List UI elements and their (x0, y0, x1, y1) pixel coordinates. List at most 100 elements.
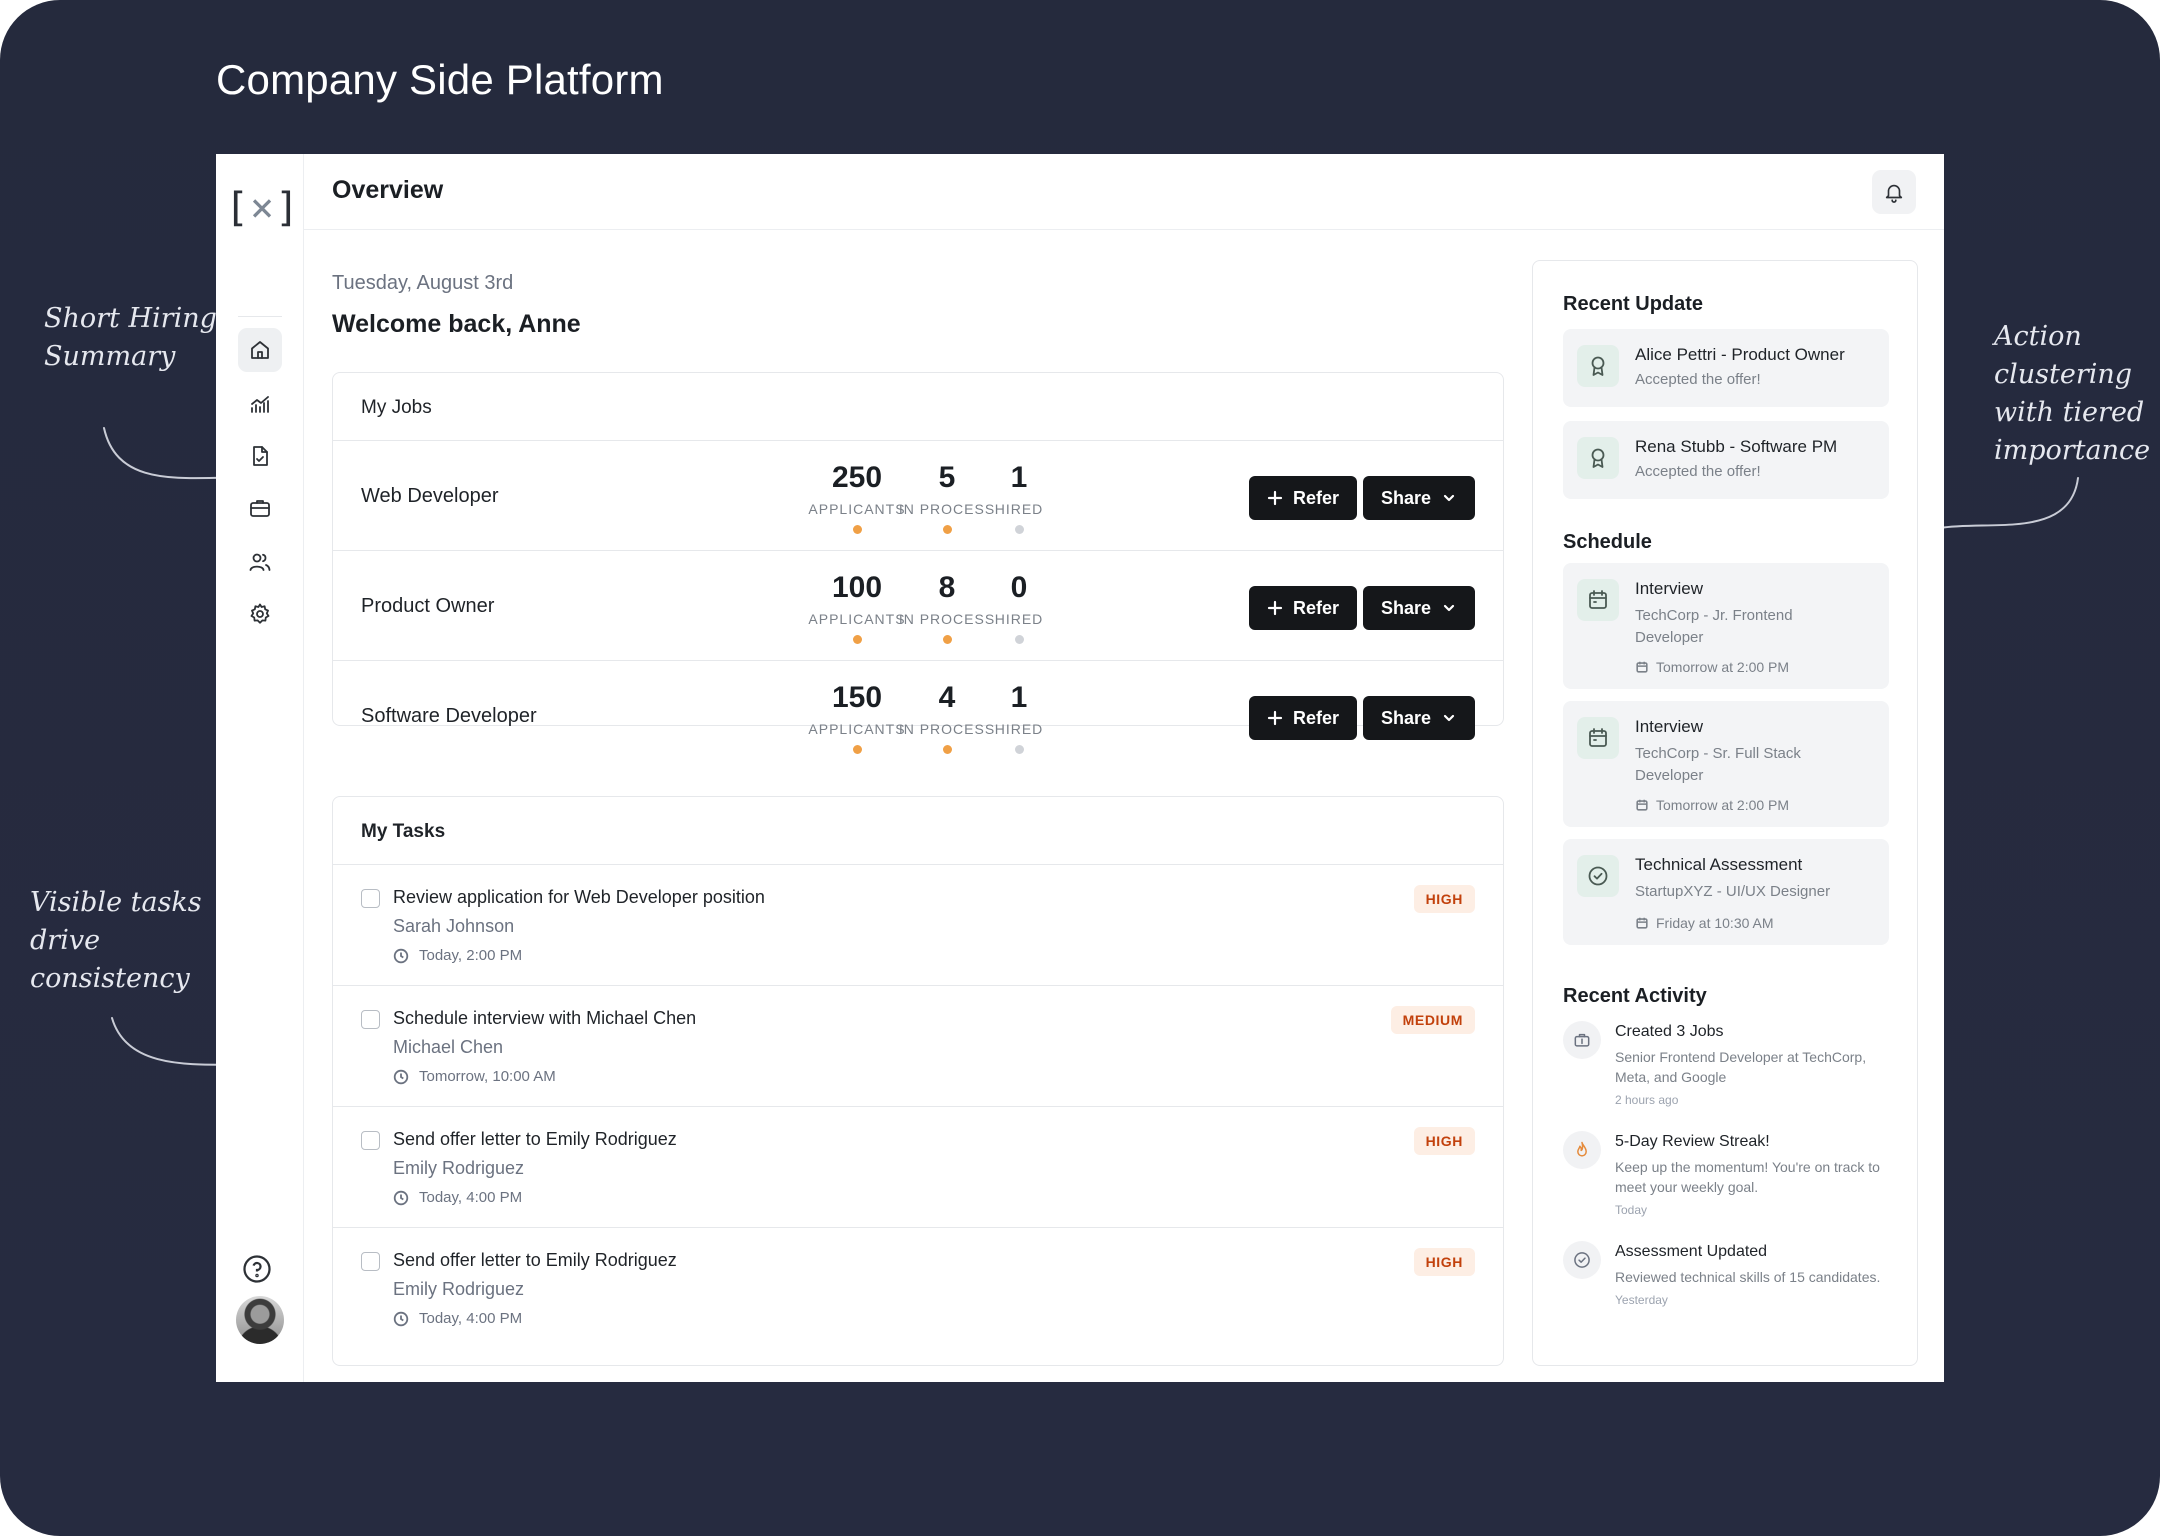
nav-documents[interactable] (238, 434, 282, 478)
app-window: [×] Overview Tuesday, August 3rd Welcome… (216, 154, 1944, 1382)
task-due: Today, 4:00 PM (393, 1189, 522, 1206)
notifications-button[interactable] (1872, 170, 1916, 214)
stat-hired-count: 0 (1010, 571, 1028, 604)
schedule-item[interactable]: Interview TechCorp - Sr. Full Stack Devel… (1563, 701, 1889, 827)
recent-activity-title: Recent Activity (1563, 985, 1707, 1007)
schedule-time-text: Tomorrow at 2:00 PM (1656, 797, 1790, 813)
calendar-icon (1636, 661, 1648, 673)
task-assignee: Emily Rodriguez (393, 1158, 525, 1178)
my-tasks-title: My Tasks (333, 797, 1503, 865)
task-checkbox[interactable] (361, 1010, 380, 1029)
task-due-text: Today, 2:00 PM (419, 947, 523, 964)
activity-title: Assessment Updated (1615, 1243, 1768, 1260)
stat-hired-count: 1 (1010, 461, 1028, 494)
bell-icon (1885, 184, 1903, 203)
top-bar: Overview (304, 154, 1944, 230)
refer-button[interactable]: Refer (1249, 696, 1357, 740)
schedule-time: Friday at 10:30 AM (1635, 915, 1774, 931)
nav-jobs[interactable] (238, 486, 282, 530)
sidebar-divider (238, 316, 282, 317)
task-title[interactable]: Send offer letter to Emily Rodriguez (393, 1129, 677, 1150)
task-title[interactable]: Review application for Web Developer pos… (393, 887, 765, 908)
status-dot (1014, 635, 1024, 644)
activity-time: 2 hours ago (1615, 1093, 1679, 1107)
task-assignee: Michael Chen (393, 1037, 504, 1057)
home-icon (251, 341, 269, 359)
priority-badge: MEDIUM (1390, 1006, 1475, 1034)
status-dot (852, 745, 862, 754)
share-label: Share (1380, 597, 1432, 618)
plus-icon (1267, 710, 1283, 726)
activity-description: Reviewed technical skills of 15 candidat… (1615, 1269, 1881, 1285)
refer-button[interactable]: Refer (1249, 476, 1357, 520)
task-row: Send offer letter to Emily Rodriguez Emil… (333, 1228, 1503, 1349)
clock-icon (393, 1069, 409, 1084)
job-title[interactable]: Product Owner (361, 595, 494, 618)
analytics-icon (251, 396, 269, 413)
schedule-item[interactable]: Technical Assessment StartupXYZ - UI/UX D… (1563, 839, 1889, 945)
stat-hired: 1 HIRED (959, 461, 1079, 534)
my-jobs-card: My Jobs Web Developer 250 APPLICANTS 5 IN PR… (332, 372, 1504, 754)
activity-icon-badge (1563, 1241, 1601, 1279)
schedule-item[interactable]: Interview TechCorp - Jr. Frontend Develop… (1563, 563, 1889, 689)
schedule-type: Technical Assessment (1635, 855, 1803, 874)
task-checkbox[interactable] (361, 889, 380, 908)
task-title[interactable]: Schedule interview with Michael Chen (393, 1008, 696, 1029)
presentation-canvas: Company Side Platform Short Hiring Summa… (0, 0, 2160, 1536)
share-label: Share (1380, 707, 1432, 728)
nav-settings[interactable] (238, 592, 282, 636)
calendar-icon (1589, 728, 1607, 747)
slide-headline: Company Side Platform (216, 56, 664, 103)
nav-home[interactable] (238, 328, 282, 372)
stat-hired-label: HIRED (994, 721, 1044, 737)
task-row: Schedule interview with Michael Chen Mich… (333, 986, 1503, 1107)
job-title[interactable]: Web Developer (361, 485, 498, 508)
stat-hired-label: HIRED (994, 501, 1044, 517)
my-tasks-card: My Tasks Review application for Web Deve… (332, 796, 1504, 1366)
task-row: Review application for Web Developer pos… (333, 865, 1503, 986)
activity-time: Today (1615, 1203, 1648, 1217)
stat-hired-label: HIRED (994, 611, 1044, 627)
flame-icon (1577, 1141, 1587, 1157)
update-item[interactable]: Alice Pettri - Product Owner Accepted the… (1563, 329, 1889, 407)
status-dot (1014, 525, 1024, 534)
share-button[interactable]: Share (1363, 696, 1475, 740)
users-icon (249, 553, 271, 571)
clock-icon (393, 1311, 409, 1326)
activity-item: Assessment Updated Reviewed technical ski… (1563, 1241, 1899, 1313)
schedule-time: Tomorrow at 2:00 PM (1635, 659, 1789, 675)
logo-bracket-left: [ (224, 185, 249, 231)
task-checkbox[interactable] (361, 1131, 380, 1150)
annotation-hiring-summary: Short Hiring Summary (44, 303, 217, 372)
brand-logo[interactable]: [×] (225, 184, 299, 232)
plus-icon (1267, 490, 1283, 506)
update-status: Accepted the offer! (1635, 371, 1761, 388)
task-title[interactable]: Send offer letter to Emily Rodriguez (393, 1250, 677, 1271)
user-avatar[interactable] (236, 1296, 284, 1344)
share-label: Share (1380, 487, 1432, 508)
status-dot (1014, 745, 1024, 754)
chevron-down-icon (1443, 714, 1455, 722)
calendar-icon (1636, 917, 1648, 929)
task-due-text: Today, 4:00 PM (419, 1310, 523, 1327)
activity-title: Created 3 Jobs (1615, 1023, 1724, 1040)
nav-candidates[interactable] (238, 540, 282, 584)
update-item[interactable]: Rena Stubb - Software PM Accepted the off… (1563, 421, 1889, 499)
job-row: Software Developer 150 APPLICANTS 4 IN PROCE… (333, 661, 1503, 771)
plus-icon (1267, 600, 1283, 616)
stat-hired: 0 HIRED (959, 571, 1079, 644)
help-button[interactable] (242, 1254, 276, 1288)
task-row: Send offer letter to Emily Rodriguez Emil… (333, 1107, 1503, 1228)
refer-button[interactable]: Refer (1249, 586, 1357, 630)
nav-analytics[interactable] (238, 382, 282, 426)
activity-description: Senior Frontend Developer at TechCorp, M… (1615, 1049, 1867, 1085)
share-button[interactable]: Share (1363, 476, 1475, 520)
task-checkbox[interactable] (361, 1252, 380, 1271)
award-icon-badge (1577, 437, 1619, 479)
share-button[interactable]: Share (1363, 586, 1475, 630)
priority-badge: HIGH (1413, 885, 1475, 913)
right-panel: Recent Update Alice Pettri - Product Own… (1532, 260, 1918, 1366)
refer-label: Refer (1292, 597, 1340, 618)
job-title[interactable]: Software Developer (361, 705, 537, 728)
activity-title: 5-Day Review Streak! (1615, 1133, 1770, 1150)
